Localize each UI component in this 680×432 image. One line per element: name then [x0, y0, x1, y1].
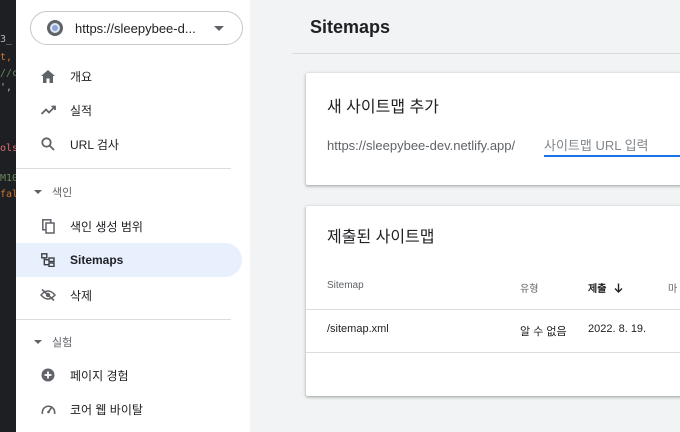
sidebar-item-label: 개요 — [70, 69, 93, 84]
dropdown-caret-icon — [214, 26, 224, 31]
home-icon — [40, 68, 56, 84]
sidebar: https://sleepybee-d... 개요 실적 URL 검사 색인 색… — [16, 0, 250, 432]
sidebar-item-sitemaps[interactable]: Sitemaps — [16, 243, 242, 277]
sidebar-item-overview[interactable]: 개요 — [16, 59, 242, 93]
table-row-divider — [306, 352, 680, 353]
collapse-caret-icon — [34, 190, 42, 194]
table-header-divider — [306, 309, 680, 310]
column-header-type[interactable]: 유형 — [520, 280, 538, 295]
sitemap-url-prefix: https://sleepybee-dev.netlify.app/ — [327, 138, 516, 153]
sidebar-divider — [16, 168, 231, 169]
sitemap-url-input[interactable] — [544, 135, 680, 157]
column-header-label: 제출 — [588, 284, 607, 295]
code-fragment: ols — [0, 143, 16, 154]
sidebar-item-label: 실적 — [70, 103, 93, 118]
code-fragment: M10 — [0, 173, 16, 184]
page-title: Sitemaps — [310, 17, 391, 37]
submitted-sitemaps-card: 제출된 사이트맵 Sitemap 유형 제출 마 /sitemap.xml 알 … — [306, 206, 680, 396]
visibility-off-icon — [40, 287, 56, 303]
sidebar-item-removals[interactable]: 삭제 — [16, 278, 242, 312]
add-circle-icon — [40, 367, 56, 383]
sidebar-item-label: 색인 생성 범위 — [70, 219, 143, 234]
code-fragment: ', — [0, 82, 13, 93]
code-fragment: t, — [0, 52, 13, 63]
property-url: https://sleepybee-d... — [75, 20, 196, 36]
code-fragment: //c — [0, 68, 16, 79]
card-title: 제출된 사이트맵 — [327, 229, 435, 246]
section-header-index[interactable]: 색인 — [16, 180, 242, 204]
code-editor-strip: 3_ t, //c ', ols M10 fal — [0, 0, 16, 432]
sidebar-item-performance[interactable]: 실적 — [16, 93, 242, 127]
sidebar-divider — [16, 319, 231, 320]
column-header-last-read[interactable]: 마 — [668, 280, 677, 295]
sidebar-item-core-web-vitals[interactable]: 코어 웹 바이탈 — [16, 392, 242, 426]
sidebar-item-url-inspection[interactable]: URL 검사 — [16, 127, 242, 161]
trending-up-icon — [40, 102, 56, 118]
add-sitemap-card: 새 사이트맵 추가 https://sleepybee-dev.netlify.… — [306, 73, 680, 185]
arrow-down-icon — [614, 283, 623, 293]
property-selector[interactable]: https://sleepybee-d... — [30, 11, 243, 45]
column-header-submitted[interactable]: 제출 — [588, 280, 623, 295]
code-fragment: 3_ — [0, 34, 13, 45]
globe-icon — [47, 20, 63, 36]
sidebar-item-label: 삭제 — [70, 288, 93, 303]
speedometer-icon — [40, 401, 56, 417]
sidebar-item-label: 페이지 경험 — [70, 368, 129, 383]
section-header-experience[interactable]: 실험 — [16, 330, 242, 354]
search-icon — [40, 136, 56, 152]
cell-submitted: 2022. 8. 19. — [588, 323, 647, 335]
sidebar-item-label: URL 검사 — [70, 137, 119, 152]
sidebar-item-coverage[interactable]: 색인 생성 범위 — [16, 209, 242, 243]
cell-type: 알 수 없음 — [520, 326, 567, 338]
sidebar-item-label: Sitemaps — [70, 253, 124, 267]
copy-pages-icon — [40, 218, 56, 234]
sitemap-icon — [40, 252, 56, 268]
sidebar-item-page-experience[interactable]: 페이지 경험 — [16, 358, 242, 392]
code-fragment: fal — [0, 189, 16, 200]
header-divider — [292, 53, 680, 54]
card-title: 새 사이트맵 추가 — [327, 99, 439, 116]
column-header-sitemap[interactable]: Sitemap — [327, 280, 364, 291]
section-label: 실험 — [52, 337, 73, 349]
sidebar-item-label: 코어 웹 바이탈 — [70, 402, 143, 417]
section-label: 색인 — [52, 187, 73, 199]
cell-sitemap: /sitemap.xml — [327, 323, 389, 335]
collapse-caret-icon — [34, 340, 42, 344]
